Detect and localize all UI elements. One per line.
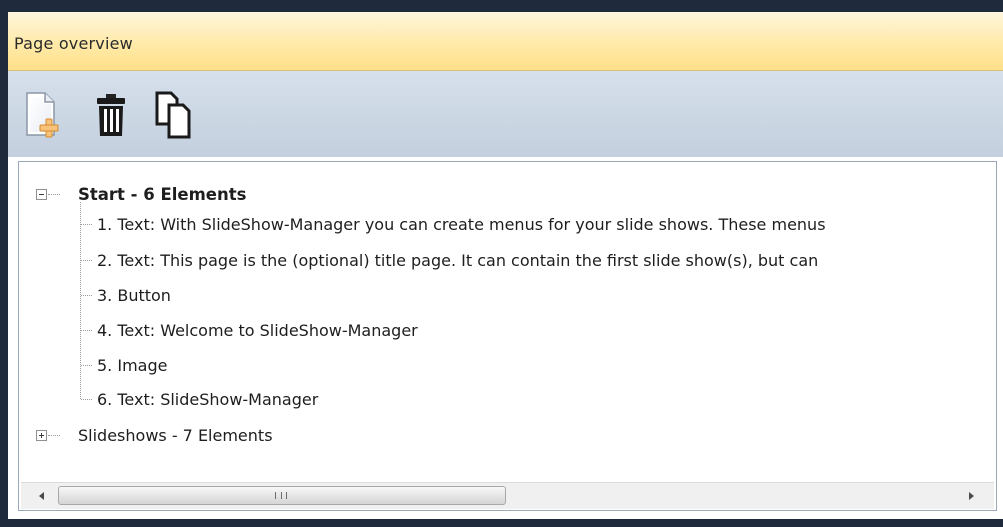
- tree-connector: [48, 435, 60, 436]
- tree-item-6[interactable]: 6. Text: SlideShow-Manager: [97, 385, 318, 413]
- scroll-right-arrow-icon: [969, 492, 974, 500]
- panel-header: Page overview: [8, 12, 1003, 71]
- tree-item-5[interactable]: 5. Image: [97, 351, 167, 379]
- tree-item-label: 2. Text: This page is the (optional) tit…: [97, 250, 819, 270]
- page-overview-panel: Page overview Start - 6 Elements 1. Text…: [8, 12, 1003, 519]
- tree-connector: [81, 365, 92, 366]
- scrollbar-grip: [275, 492, 287, 499]
- scrollbar-thumb[interactable]: [58, 486, 506, 505]
- tree-node-label: Slideshows - 7 Elements: [78, 425, 273, 445]
- scroll-right-button[interactable]: [964, 489, 978, 503]
- panel-title: Page overview: [14, 34, 133, 53]
- tree-connector: [81, 399, 92, 400]
- tree-item-label: 6. Text: SlideShow-Manager: [97, 389, 319, 409]
- tree-node-start[interactable]: Start - 6 Elements: [78, 180, 246, 208]
- tree-connector: [81, 260, 92, 261]
- tree-node-slideshows[interactable]: Slideshows - 7 Elements: [78, 421, 273, 449]
- delete-button[interactable]: [88, 89, 134, 141]
- tree-node-label: Start - 6 Elements: [78, 184, 247, 204]
- toolbar: [8, 71, 1003, 157]
- trash-icon: [97, 94, 125, 136]
- tree-item-label: 5. Image: [97, 355, 168, 375]
- tree-connector: [48, 194, 60, 195]
- tree-item-label: 4. Text: Welcome to SlideShow-Manager: [97, 320, 418, 340]
- tree-connector: [81, 330, 92, 331]
- tree-connector: [81, 295, 92, 296]
- add-page-icon: [26, 92, 59, 138]
- tree-connector: [81, 224, 92, 225]
- slideshows-expand-toggle[interactable]: [36, 430, 47, 441]
- tree-item-2[interactable]: 2. Text: This page is the (optional) tit…: [97, 246, 818, 274]
- tree-item-4[interactable]: 4. Text: Welcome to SlideShow-Manager: [97, 316, 418, 344]
- tree-item-label: 1. Text: With SlideShow-Manager you can …: [97, 214, 826, 234]
- scroll-left-arrow-icon: [39, 492, 44, 500]
- start-collapse-toggle[interactable]: [36, 189, 47, 200]
- tree-item-3[interactable]: 3. Button: [97, 281, 171, 309]
- tree-connector: [80, 202, 81, 399]
- copy-page-icon: [155, 91, 191, 139]
- horizontal-scrollbar[interactable]: [21, 482, 994, 509]
- scroll-left-button[interactable]: [35, 489, 49, 503]
- add-page-button[interactable]: [20, 89, 66, 141]
- page-tree[interactable]: Start - 6 Elements 1. Text: With SlideSh…: [18, 161, 997, 511]
- duplicate-button[interactable]: [150, 89, 196, 141]
- tree-item-label: 3. Button: [97, 285, 171, 305]
- tree-item-1[interactable]: 1. Text: With SlideShow-Manager you can …: [97, 210, 826, 238]
